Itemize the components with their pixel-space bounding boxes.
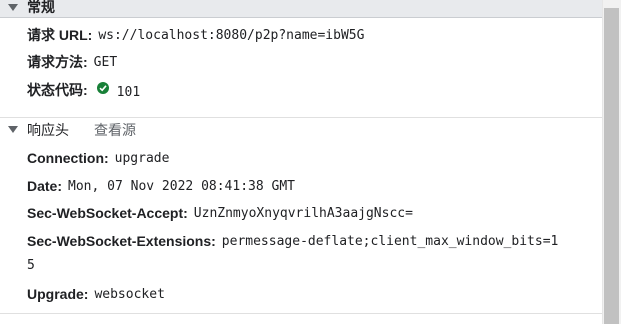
header-value: upgrade: [114, 150, 170, 166]
header-value: UznZnmyoXnyqvrilhA3aajgNscc=: [193, 205, 413, 221]
general-section-header[interactable]: 常规: [0, 0, 602, 18]
view-source-link[interactable]: 查看源: [94, 120, 136, 140]
status-code-row: 状态代码: 101: [27, 80, 140, 100]
header-key: Sec-WebSocket-Accept:: [27, 205, 188, 221]
general-section-title: 常规: [27, 0, 55, 15]
request-url-value: ws://localhost:8080/p2p?name=ibW5G: [98, 27, 365, 43]
header-key: Connection:: [27, 150, 109, 166]
header-row-date: Date: Mon, 07 Nov 2022 08:41:38 GMT: [27, 176, 295, 196]
section-divider: [0, 313, 602, 314]
header-row-connection: Connection: upgrade: [27, 148, 169, 168]
expand-triangle-icon[interactable]: [8, 3, 18, 11]
status-ok-icon: [96, 82, 109, 94]
header-row-sec-websocket-accept: Sec-WebSocket-Accept: UznZnmyoXnyqvrilhA…: [27, 203, 413, 223]
header-value: websocket: [94, 286, 165, 302]
header-value: permessage-deflate;client_max_window_bit…: [221, 233, 559, 249]
header-value: Mon, 07 Nov 2022 08:41:38 GMT: [68, 178, 295, 194]
request-method-value: GET: [93, 54, 118, 70]
response-headers-section-header[interactable]: 响应头 查看源: [0, 117, 602, 141]
response-headers-title: 响应头: [27, 121, 69, 138]
header-key: Upgrade:: [27, 286, 89, 302]
header-row-upgrade: Upgrade: websocket: [27, 284, 165, 304]
header-row-sec-websocket-extensions: Sec-WebSocket-Extensions: permessage-def…: [27, 231, 558, 251]
request-url-label: 请求 URL:: [27, 27, 93, 43]
request-url-row: 请求 URL: ws://localhost:8080/p2p?name=ibW…: [27, 25, 364, 45]
request-method-row: 请求方法: GET: [27, 52, 117, 72]
status-code-label: 状态代码:: [27, 82, 88, 98]
header-key: Sec-WebSocket-Extensions:: [27, 233, 216, 249]
status-code-value: 101: [116, 84, 141, 100]
header-key: Date:: [27, 178, 63, 194]
expand-triangle-icon[interactable]: [8, 126, 18, 133]
scrollbar-thumb[interactable]: [604, 8, 619, 324]
header-value-wrap: 5: [27, 258, 35, 273]
request-method-label: 请求方法:: [27, 54, 88, 70]
